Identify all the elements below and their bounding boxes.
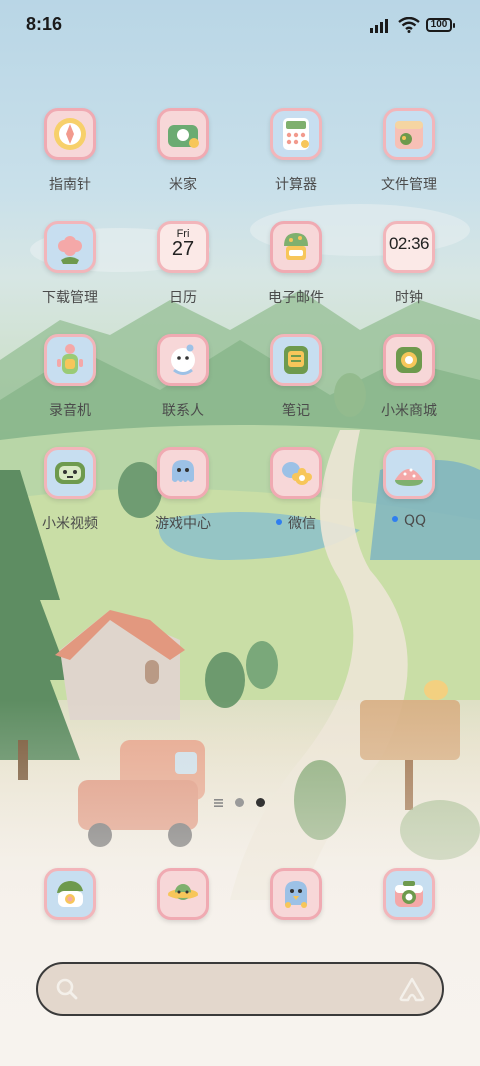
mi-video-icon bbox=[44, 447, 96, 499]
calendar-icon: Fri 27 bbox=[157, 221, 209, 273]
downloads-icon bbox=[44, 221, 96, 273]
status-bar: 8:16 100 bbox=[0, 0, 480, 50]
app-contacts[interactable]: 联系人 bbox=[127, 334, 239, 434]
new-badge bbox=[276, 519, 282, 525]
calendar-date: 27 bbox=[171, 238, 195, 260]
assistant-icon[interactable] bbox=[398, 976, 426, 1002]
page-indicator[interactable] bbox=[0, 796, 480, 808]
battery-icon: 100 bbox=[426, 18, 455, 32]
app-label: 联系人 bbox=[162, 403, 204, 419]
signal-icon bbox=[370, 19, 388, 33]
feed-page-icon bbox=[214, 799, 223, 807]
page-dot-1 bbox=[235, 798, 244, 807]
app-compass[interactable]: 指南针 bbox=[14, 108, 126, 208]
app-label-text: 微信 bbox=[288, 516, 316, 532]
search-bar[interactable] bbox=[36, 962, 444, 1016]
app-notes[interactable]: 笔记 bbox=[240, 334, 352, 434]
app-game-center[interactable]: 游戏中心 bbox=[127, 447, 239, 547]
app-label: 计算器 bbox=[275, 177, 317, 193]
calculator-icon bbox=[270, 108, 322, 160]
app-label: 指南针 bbox=[49, 177, 91, 193]
status-icons: 100 bbox=[370, 16, 455, 34]
email-icon bbox=[270, 221, 322, 273]
app-mi-video[interactable]: 小米视频 bbox=[14, 447, 126, 547]
app-mi-store[interactable]: 小米商城 bbox=[353, 334, 465, 434]
app-label: QQ bbox=[353, 513, 465, 529]
app-label: 米家 bbox=[169, 177, 197, 193]
dock-browser[interactable] bbox=[270, 868, 322, 920]
app-label: 录音机 bbox=[49, 403, 91, 419]
mijia-icon bbox=[157, 108, 209, 160]
app-label: 电子邮件 bbox=[268, 290, 324, 306]
app-label: 下载管理 bbox=[42, 290, 98, 306]
camera-icon bbox=[383, 868, 435, 920]
app-recorder[interactable]: 录音机 bbox=[14, 334, 126, 434]
dock-camera[interactable] bbox=[383, 868, 435, 920]
home-screen: 8:16 100 指南针 米家 计算器 文件管理 下载管理 Fri 27 日历 … bbox=[0, 0, 480, 1066]
phone-icon bbox=[44, 868, 96, 920]
new-badge bbox=[391, 516, 398, 522]
wechat-icon bbox=[270, 447, 322, 499]
app-qq[interactable]: QQ bbox=[353, 447, 465, 547]
mi-store-icon bbox=[383, 334, 435, 386]
app-label: 小米商城 bbox=[381, 403, 437, 419]
wifi-icon bbox=[398, 17, 420, 33]
dock-phone[interactable] bbox=[44, 868, 96, 920]
browser-icon bbox=[270, 868, 322, 920]
page-dot-2-active bbox=[256, 798, 265, 807]
compass-icon bbox=[44, 108, 96, 160]
qq-icon bbox=[383, 447, 435, 499]
app-label-text: QQ bbox=[403, 513, 427, 529]
search-icon bbox=[56, 978, 78, 1000]
clock-icon: 02:36 bbox=[383, 221, 435, 273]
app-calculator[interactable]: 计算器 bbox=[240, 108, 352, 208]
status-time: 8:16 bbox=[26, 14, 63, 34]
game-center-icon bbox=[157, 447, 209, 499]
app-label: 小米视频 bbox=[42, 516, 98, 532]
app-wechat[interactable]: 微信 bbox=[240, 447, 352, 547]
app-label: 笔记 bbox=[282, 403, 310, 419]
app-label: 文件管理 bbox=[381, 177, 437, 193]
app-label: 游戏中心 bbox=[155, 516, 211, 532]
app-label: 微信 bbox=[240, 513, 352, 533]
app-mijia[interactable]: 米家 bbox=[127, 108, 239, 208]
dock-messages[interactable] bbox=[157, 868, 209, 920]
app-label: 日历 bbox=[169, 290, 197, 306]
battery-level: 100 bbox=[430, 19, 448, 30]
app-clock[interactable]: 02:36 时钟 bbox=[353, 221, 465, 321]
app-email[interactable]: 电子邮件 bbox=[240, 221, 352, 321]
app-file-manager[interactable]: 文件管理 bbox=[353, 108, 465, 208]
clock-time: 02:36 bbox=[388, 234, 430, 253]
file-manager-icon bbox=[383, 108, 435, 160]
app-label: 时钟 bbox=[395, 290, 423, 306]
recorder-icon bbox=[44, 334, 96, 386]
messages-icon bbox=[157, 868, 209, 920]
app-downloads[interactable]: 下载管理 bbox=[14, 221, 126, 321]
notes-icon bbox=[270, 334, 322, 386]
contacts-icon bbox=[157, 334, 209, 386]
app-calendar[interactable]: Fri 27 日历 bbox=[127, 221, 239, 321]
